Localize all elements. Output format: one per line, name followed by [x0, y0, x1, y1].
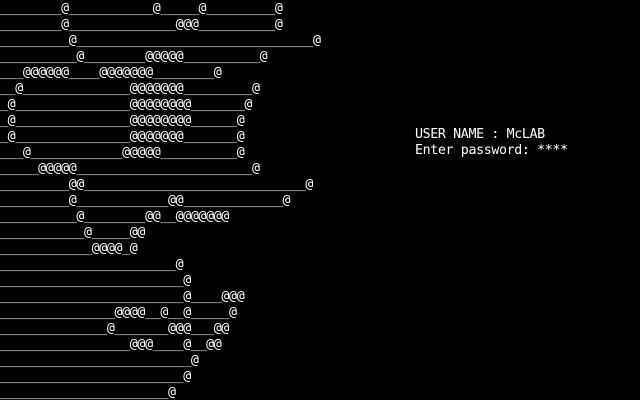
ascii-art-line: ________________________@	[0, 369, 191, 384]
ascii-art-line: _________@____________@@_____________@	[0, 193, 291, 208]
login-prompt[interactable]: USER NAME : McLAB Enter password: ****	[415, 127, 635, 159]
ascii-art-line: ___@@@@@@____@@@@@@@________@	[0, 65, 222, 80]
ascii-art-line: _______________________@	[0, 257, 184, 272]
ascii-art-line: _________________@@@____@__@@	[0, 337, 222, 352]
ascii-art-line: __@______________@@@@@@@_________@	[0, 81, 260, 96]
ascii-art-line: _@_______________@@@@@@@@_______@	[0, 97, 252, 112]
ascii-art-line: _________________________@	[0, 353, 199, 368]
ascii-art-line: _______________@@@@__@__@_____@	[0, 305, 237, 320]
ascii-art: ________@___________@_____@_________@ ___…	[0, 0, 400, 400]
ascii-art-line: ___@____________@@@@@__________@	[0, 145, 245, 160]
ascii-art-line: _________@______________________________…	[0, 33, 321, 48]
terminal-screen: ________@___________@_____@_________@ ___…	[0, 0, 640, 400]
ascii-art-line: ________________________@____@@@	[0, 289, 245, 304]
ascii-art-line: ________________________@	[0, 273, 191, 288]
ascii-art-line: _@_______________@@@@@@@@______@	[0, 113, 245, 128]
ascii-art-line: ___________@_____@@	[0, 225, 146, 240]
ascii-art-line: ____________@@@@_@	[0, 241, 138, 256]
password-line[interactable]: Enter password: ****	[415, 143, 635, 159]
ascii-art-line: __________@________@@__@@@@@@@	[0, 209, 230, 224]
ascii-art-line: __________@________@@@@@__________@	[0, 49, 268, 64]
password-prompt[interactable]: Enter password: ****	[415, 143, 568, 158]
ascii-art-line: _________@@_____________________________…	[0, 177, 314, 192]
ascii-art-line: ________@______________@@@__________@	[0, 17, 283, 32]
username-line: USER NAME : McLAB	[415, 127, 545, 142]
ascii-art-line: ________@___________@_____@_________@	[0, 1, 283, 16]
ascii-art-line: ______________@_______@@@___@@	[0, 321, 230, 336]
ascii-art-line: _____@@@@@_______________________@	[0, 161, 260, 176]
ascii-art-line: _@_______________@@@@@@@_______@	[0, 129, 245, 144]
ascii-art-line: ______________________@	[0, 385, 176, 400]
